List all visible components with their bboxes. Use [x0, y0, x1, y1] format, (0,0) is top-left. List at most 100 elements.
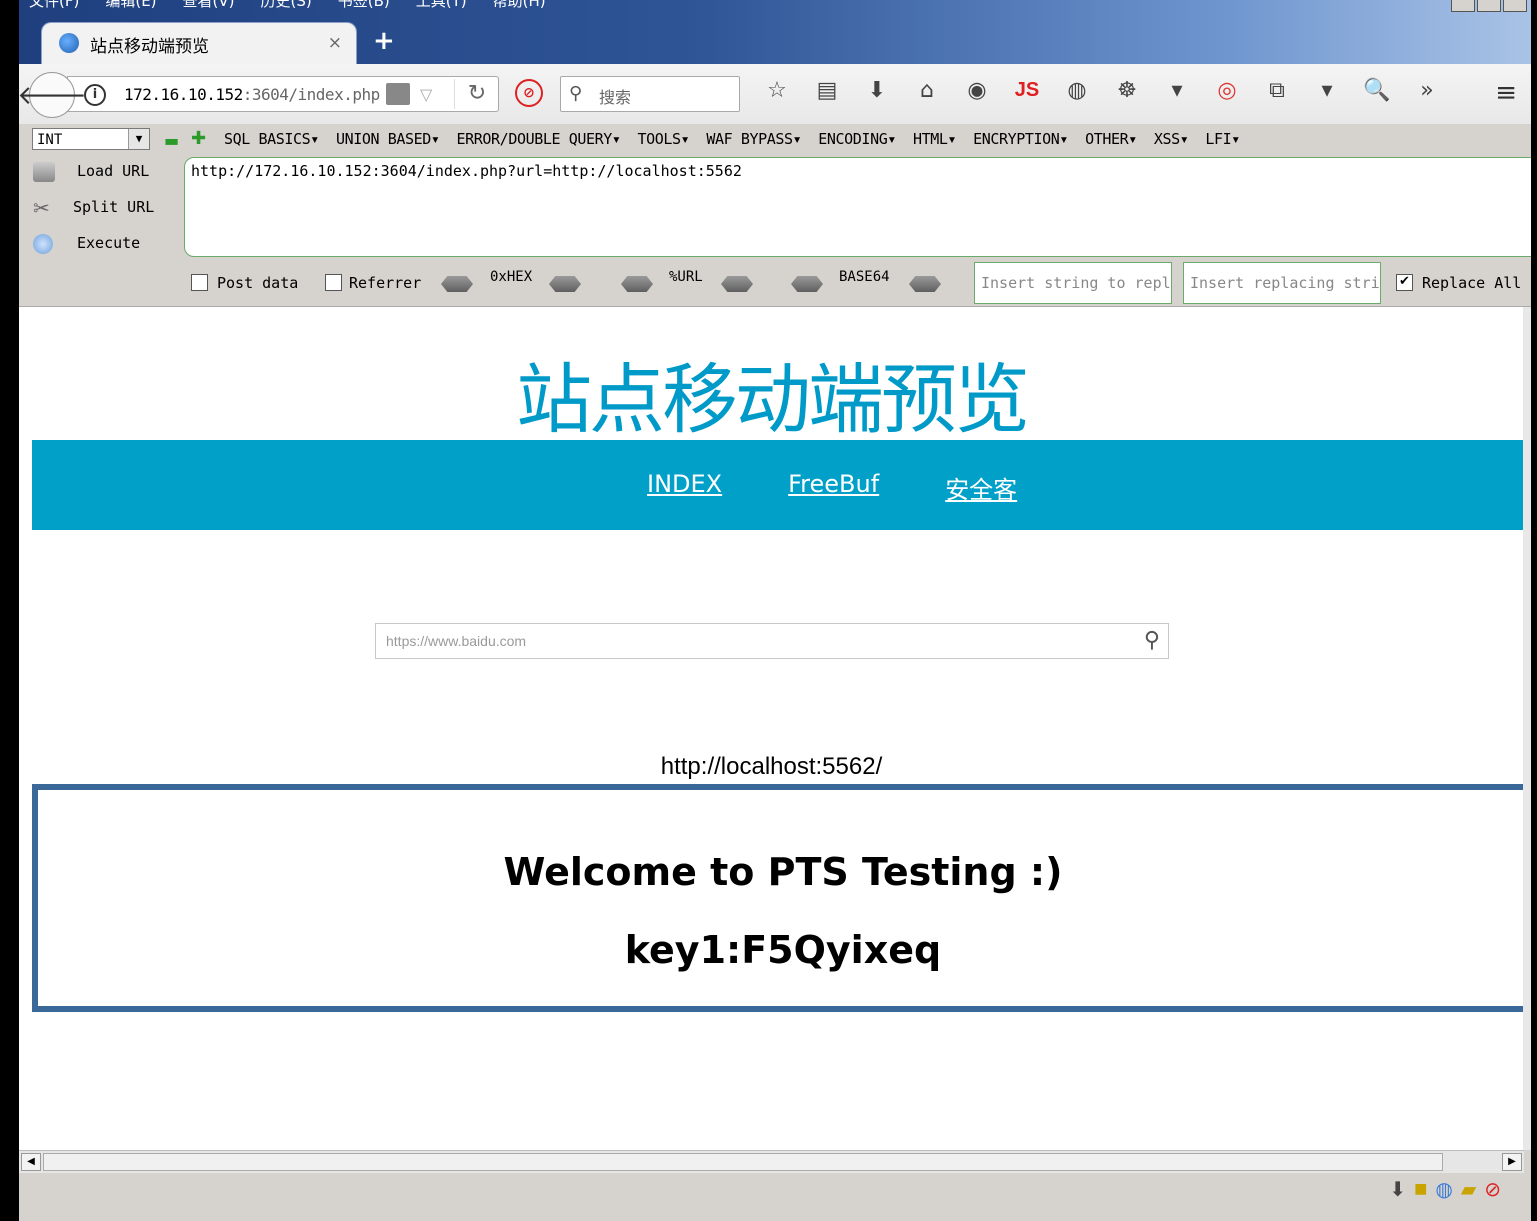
- dropdown-icon[interactable]: ▾: [1159, 78, 1195, 103]
- page-action-icon[interactable]: [386, 83, 410, 105]
- url-encode-arrow-icon[interactable]: [721, 276, 753, 292]
- base64-label: BASE64: [839, 269, 890, 285]
- status-chrome-icon[interactable]: ◍: [1435, 1177, 1452, 1201]
- plus-icon[interactable]: ✚: [191, 128, 206, 149]
- hackbar-menu-waf-bypass[interactable]: WAF BYPASS▾: [706, 130, 801, 148]
- execute-label: Execute: [77, 234, 141, 252]
- hackbar-menu-tools[interactable]: TOOLS▾: [638, 130, 690, 148]
- scroll-thumb[interactable]: [43, 1153, 1443, 1171]
- site-title: 站点移动端预览: [516, 355, 1030, 444]
- hackbar-menu-lfi[interactable]: LFI▾: [1205, 130, 1240, 148]
- hackbar-menu-html[interactable]: HTML▾: [913, 130, 957, 148]
- post-data-checkbox[interactable]: [191, 274, 208, 291]
- hackbar-menu-other[interactable]: OTHER▾: [1085, 130, 1137, 148]
- hackbar-menu-xss[interactable]: XSS▾: [1154, 130, 1189, 148]
- nav-link-freebuf[interactable]: FreeBuf: [788, 470, 879, 505]
- nav-link-index[interactable]: INDEX: [647, 470, 722, 505]
- menu-view[interactable]: 查看(V): [183, 0, 235, 10]
- key-heading: key1:F5Qyixeq: [624, 928, 942, 972]
- hex-encode-arrow-icon[interactable]: [549, 276, 581, 292]
- info-icon[interactable]: i: [84, 84, 106, 106]
- hackbar-menu-sql-basics[interactable]: SQL BASICS▾: [224, 130, 319, 148]
- hackbar-type-select[interactable]: INT ▼: [32, 128, 150, 150]
- minimize-button[interactable]: [1451, 0, 1475, 12]
- menu-help[interactable]: 帮助(H): [493, 0, 546, 10]
- search-box[interactable]: ⚲ 搜索: [560, 76, 740, 112]
- replace-all-label: Replace All: [1422, 274, 1522, 292]
- title-bar: 文件(F) 编辑(E) 查看(V) 历史(S) 书签(B) 工具(T) 帮助(H…: [19, 0, 1531, 65]
- load-url-label: Load URL: [77, 162, 150, 180]
- preview-frame: Welcome to PTS Testing :) key1:F5Qyixeq: [32, 784, 1524, 1012]
- hackbar-menus: SQL BASICS▾ UNION BASED▾ ERROR/DOUBLE QU…: [224, 130, 1240, 148]
- tab-title: 站点移动端预览: [90, 37, 209, 57]
- addon-zoom-icon[interactable]: 🔍: [1359, 78, 1395, 103]
- window-controls: [1451, 0, 1527, 12]
- bookmark-star-icon[interactable]: ☆: [759, 78, 795, 103]
- menu-file[interactable]: 文件(F): [29, 0, 79, 10]
- magnifier-icon[interactable]: ⚲: [1144, 628, 1160, 653]
- addon-share-icon[interactable]: ⧉: [1259, 78, 1295, 103]
- noscript-icon[interactable]: ⊘: [515, 79, 543, 107]
- address-bar[interactable]: i 172.16.10.152:3604/index.php ▽ ↻: [67, 76, 499, 112]
- menu-bar: 文件(F) 编辑(E) 查看(V) 历史(S) 书签(B) 工具(T) 帮助(H…: [29, 0, 546, 10]
- javascript-toggle-icon[interactable]: JS: [1009, 79, 1045, 102]
- nav-toolbar: 🡐 i 172.16.10.152:3604/index.php ▽ ↻ ⊘ ⚲…: [19, 64, 1531, 125]
- minus-icon[interactable]: ▬: [164, 131, 179, 150]
- nav-link-anquanke[interactable]: 安全客: [945, 470, 1017, 505]
- hamburger-menu-icon[interactable]: ≡: [1495, 78, 1517, 108]
- back-button[interactable]: 🡐: [19, 72, 87, 118]
- history-dropdown-icon[interactable]: ▽: [420, 85, 432, 104]
- hackbar: INT ▼ ▬ ✚ SQL BASICS▾ UNION BASED▾ ERROR…: [19, 124, 1531, 307]
- close-window-button[interactable]: [1503, 0, 1527, 12]
- status-noscript-icon[interactable]: ⊘: [1484, 1177, 1501, 1201]
- menu-edit[interactable]: 编辑(E): [105, 0, 156, 10]
- download-icon[interactable]: ⬇: [859, 78, 895, 103]
- url-decode-arrow-icon[interactable]: [621, 276, 653, 292]
- vertical-scrollbar[interactable]: [1523, 307, 1531, 1150]
- addon-chrome-icon[interactable]: ◍: [1059, 78, 1095, 103]
- status-p-icon[interactable]: ■: [1414, 1181, 1427, 1197]
- scroll-left-icon[interactable]: ◀: [21, 1153, 41, 1171]
- status-pr-icon[interactable]: ▰: [1461, 1177, 1476, 1201]
- menu-tools[interactable]: 工具(T): [416, 0, 467, 10]
- hackbar-menu-encoding[interactable]: ENCODING▾: [818, 130, 896, 148]
- address-text[interactable]: 172.16.10.152:3604/index.php: [124, 85, 380, 104]
- menu-bookmarks[interactable]: 书签(B): [338, 0, 390, 10]
- base64-decode-arrow-icon[interactable]: [791, 276, 823, 292]
- new-tab-button[interactable]: +: [373, 26, 395, 56]
- replace-all-checkbox[interactable]: ✔: [1396, 274, 1413, 291]
- addon-red-icon[interactable]: ◎: [1209, 78, 1245, 103]
- tab-close-icon[interactable]: ×: [328, 33, 342, 53]
- site-url-placeholder: https://www.baidu.com: [386, 633, 527, 649]
- hackbar-menu-union-based[interactable]: UNION BASED▾: [336, 130, 440, 148]
- dropdown-2-icon[interactable]: ▾: [1309, 78, 1345, 103]
- search-icon: ⚲: [569, 83, 583, 104]
- base64-encode-arrow-icon[interactable]: [909, 276, 941, 292]
- replace-from-input[interactable]: Insert string to replace: [974, 262, 1172, 304]
- reload-icon[interactable]: ↻: [454, 79, 499, 109]
- site-url-input[interactable]: https://www.baidu.com ⚲: [375, 623, 1169, 659]
- status-download-icon[interactable]: ⬇: [1389, 1177, 1406, 1201]
- hackbar-menu-encryption[interactable]: ENCRYPTION▾: [973, 130, 1068, 148]
- menu-history[interactable]: 历史(S): [261, 0, 312, 10]
- hex-decode-arrow-icon[interactable]: [441, 276, 473, 292]
- status-icons: ⬇ ■ ◍ ▰ ⊘: [1389, 1177, 1501, 1201]
- addon-palette-icon[interactable]: ☸: [1109, 78, 1145, 103]
- overflow-icon[interactable]: »: [1409, 78, 1445, 103]
- reading-list-icon[interactable]: ▤: [809, 78, 845, 103]
- referrer-checkbox[interactable]: [325, 274, 342, 291]
- hackbar-url-textarea[interactable]: http://172.16.10.152:3604/index.php?url=…: [184, 157, 1531, 257]
- fetched-url-text: http://localhost:5562/: [660, 753, 883, 780]
- replace-to-input[interactable]: Insert replacing string: [1183, 262, 1381, 304]
- horizontal-scrollbar[interactable]: ◀ ▶: [19, 1150, 1524, 1174]
- home-icon[interactable]: ⌂: [909, 78, 945, 103]
- maximize-button[interactable]: [1477, 0, 1501, 12]
- load-url-icon: [33, 162, 55, 182]
- hex-label: 0xHEX: [490, 269, 533, 285]
- addon-globe-icon[interactable]: ◉: [959, 78, 995, 103]
- scroll-right-icon[interactable]: ▶: [1502, 1153, 1522, 1171]
- tab-active[interactable]: 站点移动端预览 ×: [41, 22, 357, 65]
- hackbar-menu-error-double-query[interactable]: ERROR/DOUBLE QUERY▾: [457, 130, 621, 148]
- select-arrow-icon[interactable]: ▼: [128, 129, 149, 149]
- toolbar-icons: ☆ ▤ ⬇ ⌂ ◉ JS ◍ ☸ ▾ ◎ ⧉ ▾ 🔍 »: [759, 78, 1445, 103]
